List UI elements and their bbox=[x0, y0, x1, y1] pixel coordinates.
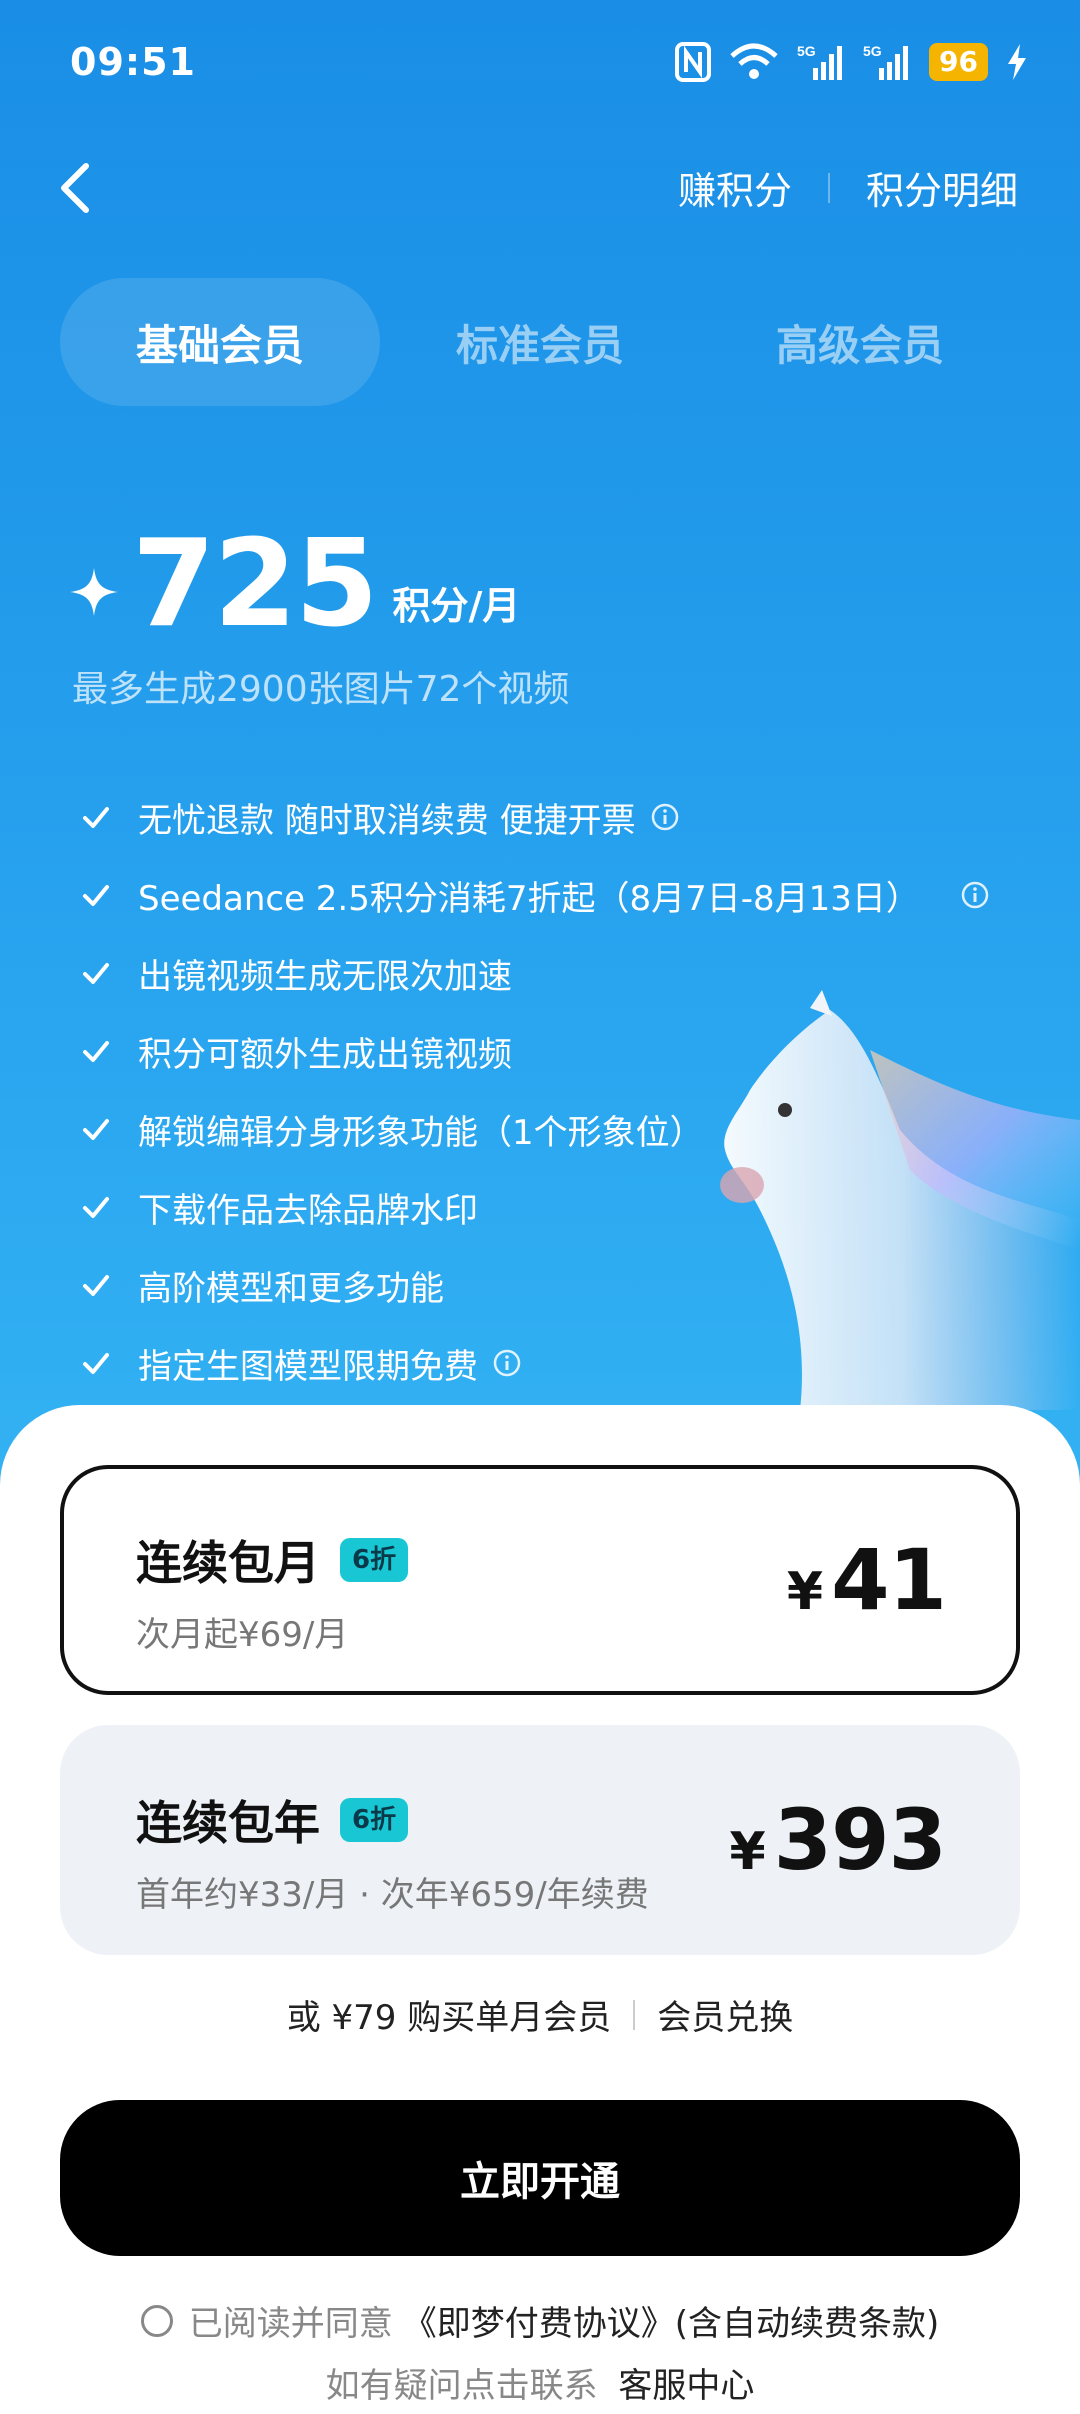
plan-title: 连续包年 6折 bbox=[136, 1787, 409, 1853]
points-summary: 725 积分/月 bbox=[70, 515, 521, 654]
currency-symbol: ¥ bbox=[729, 1822, 766, 1882]
status-icons: 5G 5G 96 bbox=[675, 40, 1028, 84]
charging-icon bbox=[1008, 44, 1026, 80]
battery-indicator: 96 bbox=[929, 43, 988, 81]
tab-basic[interactable]: 基础会员 bbox=[60, 278, 380, 406]
top-nav: 赚积分 积分明细 bbox=[0, 140, 1080, 230]
feature-item: 出镜视频生成无限次加速 bbox=[80, 934, 1040, 1012]
feature-text: 下载作品去除品牌水印 bbox=[138, 1190, 478, 1231]
discount-badge: 6折 bbox=[340, 1798, 409, 1842]
single-month-link[interactable]: 或 ¥79 购买单月会员 bbox=[287, 1990, 612, 2039]
plan-title-text: 连续包年 bbox=[136, 1796, 320, 1850]
feature-item: Seedance 2.5积分消耗7折起（8月7日-8月13日） bbox=[80, 856, 1040, 934]
plan-price: ¥ 393 bbox=[729, 1791, 947, 1889]
nav-actions: 赚积分 积分明细 bbox=[678, 160, 1018, 215]
feature-item: 解锁编辑分身形象功能（1个形象位） bbox=[80, 1090, 1040, 1168]
customer-service-link[interactable]: 客服中心 bbox=[618, 2366, 754, 2406]
feature-item: 下载作品去除品牌水印 bbox=[80, 1168, 1040, 1246]
plan-subtitle: 首年约¥33/月 · 次年¥659/年续费 bbox=[136, 1875, 649, 1915]
plan-subtitle: 次月起¥69/月 bbox=[136, 1615, 349, 1655]
feature-text: 高阶模型和更多功能 bbox=[138, 1268, 444, 1309]
tab-standard[interactable]: 标准会员 bbox=[380, 278, 700, 406]
check-icon bbox=[83, 1353, 109, 1374]
feature-text: 积分可额外生成出镜视频 bbox=[138, 1034, 512, 1075]
agreement-checkbox[interactable] bbox=[140, 2304, 173, 2337]
points-value: 725 bbox=[132, 515, 378, 654]
feature-text: 指定生图模型限期免费 bbox=[138, 1346, 478, 1387]
subscribe-button[interactable]: 立即开通 bbox=[60, 2100, 1020, 2256]
feature-text: 出镜视频生成无限次加速 bbox=[138, 956, 512, 997]
feature-list: 无忧退款 随时取消续费 便捷开票 Seedance 2.5积分消耗7折起（8月7日… bbox=[80, 778, 1040, 1402]
plan-monthly[interactable]: 连续包月 6折 次月起¥69/月 ¥ 41 bbox=[60, 1465, 1020, 1695]
check-icon bbox=[83, 885, 109, 906]
signal-icon-2: 5G bbox=[863, 43, 909, 80]
alt-divider bbox=[633, 1999, 636, 2030]
info-icon[interactable] bbox=[492, 1348, 522, 1378]
plan-yearly[interactable]: 连续包年 6折 首年约¥33/月 · 次年¥659/年续费 ¥ 393 bbox=[60, 1725, 1020, 1955]
agreement-row: 已阅读并同意 《即梦付费协议》(含自动续费条款) bbox=[0, 2296, 1080, 2345]
tab-premium[interactable]: 高级会员 bbox=[700, 278, 1020, 406]
redeem-link[interactable]: 会员兑换 bbox=[657, 1990, 793, 2039]
feature-text: 无忧退款 随时取消续费 便捷开票 bbox=[138, 800, 636, 841]
price-amount: 41 bbox=[831, 1531, 947, 1629]
currency-symbol: ¥ bbox=[786, 1562, 824, 1622]
plan-title-text: 连续包月 bbox=[136, 1536, 320, 1590]
discount-badge: 6折 bbox=[340, 1538, 409, 1582]
wifi-icon bbox=[730, 43, 778, 79]
points-subtitle: 最多生成2900张图片72个视频 bbox=[72, 669, 570, 710]
plan-title: 连续包月 6折 bbox=[136, 1527, 409, 1593]
nav-divider bbox=[827, 172, 830, 203]
svg-text:5G: 5G bbox=[863, 43, 882, 59]
status-time: 09:51 bbox=[70, 40, 196, 84]
svg-text:5G: 5G bbox=[797, 43, 816, 59]
points-detail-link[interactable]: 积分明细 bbox=[866, 160, 1018, 215]
status-bar: 09:51 5G 5G 96 bbox=[0, 0, 1080, 120]
price-amount: 393 bbox=[773, 1791, 947, 1889]
alternative-options: 或 ¥79 购买单月会员 会员兑换 bbox=[0, 1990, 1080, 2039]
check-icon bbox=[83, 1119, 109, 1140]
agreement-link[interactable]: 《即梦付费协议》(含自动续费条款) bbox=[403, 2296, 940, 2345]
info-icon[interactable] bbox=[650, 802, 680, 832]
help-row: 如有疑问点击联系 客服中心 bbox=[0, 2358, 1080, 2407]
feature-text: 解锁编辑分身形象功能（1个形象位） bbox=[138, 1112, 704, 1153]
feature-text: Seedance 2.5积分消耗7折起（8月7日-8月13日） bbox=[138, 878, 920, 919]
points-unit: 积分/月 bbox=[392, 584, 521, 628]
check-icon bbox=[83, 1275, 109, 1296]
feature-item: 无忧退款 随时取消续费 便捷开票 bbox=[80, 778, 1040, 856]
check-icon bbox=[83, 807, 109, 828]
check-icon bbox=[83, 1197, 109, 1218]
earn-points-link[interactable]: 赚积分 bbox=[678, 160, 792, 215]
membership-tabs: 基础会员 标准会员 高级会员 bbox=[60, 278, 1020, 406]
back-icon[interactable] bbox=[52, 158, 102, 218]
signal-icon-1: 5G bbox=[797, 43, 843, 80]
help-prefix: 如有疑问点击联系 bbox=[325, 2366, 598, 2406]
nfc-icon bbox=[675, 42, 712, 82]
check-icon bbox=[83, 1041, 109, 1062]
info-icon[interactable] bbox=[960, 880, 990, 910]
agreement-prefix: 已阅读并同意 bbox=[188, 2304, 393, 2344]
feature-item: 高阶模型和更多功能 bbox=[80, 1246, 1040, 1324]
sparkle-icon bbox=[70, 568, 118, 616]
feature-item: 积分可额外生成出镜视频 bbox=[80, 1012, 1040, 1090]
check-icon bbox=[83, 963, 109, 984]
plan-price: ¥ 41 bbox=[786, 1531, 947, 1629]
feature-item: 指定生图模型限期免费 bbox=[80, 1324, 1040, 1402]
